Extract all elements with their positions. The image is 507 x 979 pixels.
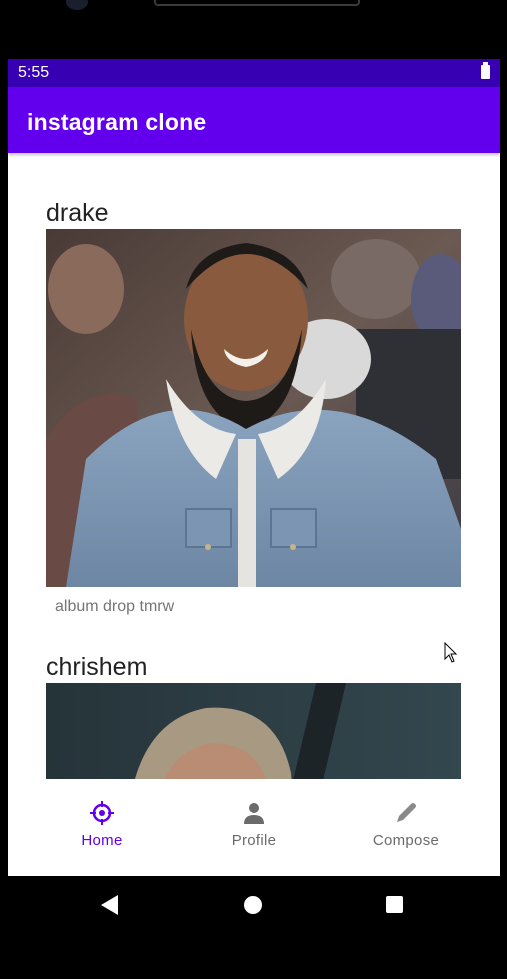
status-bar: 5:55 — [8, 59, 500, 87]
battery-icon — [481, 62, 490, 79]
nav-profile-tab[interactable]: Profile — [172, 780, 336, 876]
home-circle-icon[interactable] — [244, 896, 262, 914]
post-image[interactable] — [46, 229, 461, 587]
device-speaker — [154, 0, 360, 6]
person-icon — [244, 803, 264, 824]
post-card: chrishem — [46, 650, 461, 779]
post-username[interactable]: chrishem — [46, 653, 147, 682]
system-navigation-bar — [0, 876, 507, 979]
nav-profile-label: Profile — [231, 832, 277, 849]
phone-screen: 5:55 instagram clone drake album drop tm… — [8, 59, 500, 876]
app-title: instagram clone — [27, 109, 207, 135]
nav-compose-tab[interactable]: Compose — [324, 780, 488, 876]
back-icon[interactable] — [101, 895, 118, 915]
post-caption: album drop tmrw — [55, 598, 175, 615]
nav-home-tab[interactable]: Home — [20, 780, 184, 876]
recents-square-icon[interactable] — [386, 896, 403, 913]
post-photo — [46, 683, 461, 779]
post-photo — [46, 229, 461, 587]
compass-icon — [90, 801, 114, 825]
app-bar: instagram clone — [8, 87, 500, 153]
status-time: 5:55 — [18, 64, 50, 81]
pencil-icon — [397, 803, 416, 822]
post-feed[interactable]: drake album drop tmrw chrishem — [8, 155, 500, 779]
mouse-cursor-icon — [444, 642, 458, 663]
device-camera — [66, 0, 88, 10]
post-image[interactable] — [46, 683, 461, 779]
post-username[interactable]: drake — [46, 199, 109, 228]
bottom-navigation: Home Profile Compose — [8, 780, 500, 876]
nav-home-label: Home — [81, 832, 123, 849]
post-card: drake album drop tmrw — [46, 196, 461, 626]
nav-compose-label: Compose — [372, 832, 440, 849]
